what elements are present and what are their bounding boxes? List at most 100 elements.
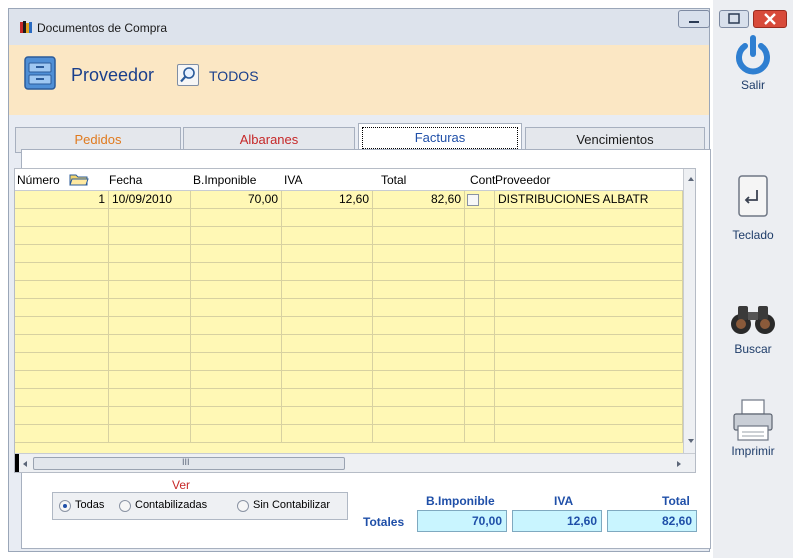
table-cell-fecha xyxy=(109,425,191,443)
scroll-right-icon[interactable] xyxy=(675,459,683,469)
empty-table-row[interactable] xyxy=(15,299,683,317)
col-header-total[interactable]: Total xyxy=(381,173,406,187)
table-row[interactable]: 1 10/09/2010 70,00 12,60 82,60 DISTRIBUCIONES… xyxy=(15,191,683,209)
table-cell-iva xyxy=(282,245,373,263)
radio-label-todas[interactable]: Todas xyxy=(75,499,104,511)
table-cell-numero xyxy=(15,371,109,389)
folder-open-icon[interactable] xyxy=(69,172,89,187)
side-toolbar: Salir Teclado Buscar Imprimir xyxy=(713,0,793,558)
empty-table-row[interactable] xyxy=(15,281,683,299)
table-cell-total xyxy=(373,335,465,353)
radio-label-sin-contabilizar[interactable]: Sin Contabilizar xyxy=(253,499,330,511)
table-cell-total xyxy=(373,317,465,335)
close-button[interactable] xyxy=(753,10,787,28)
empty-table-row[interactable] xyxy=(15,245,683,263)
maximize-button[interactable] xyxy=(719,10,749,28)
table-cell-numero xyxy=(15,425,109,443)
horizontal-scrollbar[interactable]: III xyxy=(15,453,695,472)
table-cell-proveedor xyxy=(495,227,683,245)
scroll-down-icon[interactable] xyxy=(686,437,696,445)
table-cell-total xyxy=(373,227,465,245)
table-cell-iva xyxy=(282,389,373,407)
power-icon xyxy=(736,35,770,75)
col-header-base[interactable]: B.Imponible xyxy=(193,173,256,187)
window-title: Documentos de Compra xyxy=(37,21,168,35)
proveedor-search-button[interactable] xyxy=(177,64,199,86)
minimize-button[interactable] xyxy=(678,10,710,28)
vertical-scrollbar[interactable] xyxy=(683,169,696,453)
empty-table-row[interactable] xyxy=(15,389,683,407)
radio-sin-contabilizar[interactable] xyxy=(237,500,249,512)
grid-header: Número Fecha B.Imponible IVA Total Cont … xyxy=(15,169,683,191)
col-header-proveedor[interactable]: Proveedor xyxy=(495,173,550,187)
table-cell-proveedor xyxy=(495,371,683,389)
empty-table-row[interactable] xyxy=(15,227,683,245)
keyboard-enter-icon xyxy=(738,175,768,217)
salir-button[interactable]: Salir xyxy=(713,34,793,92)
table-cell-total xyxy=(373,353,465,371)
table-cell-proveedor xyxy=(495,335,683,353)
table-cell-fecha xyxy=(109,227,191,245)
empty-table-row[interactable] xyxy=(15,209,683,227)
table-cell-iva xyxy=(282,371,373,389)
horizontal-scroll-thumb[interactable]: III xyxy=(33,457,345,470)
table-cell-base xyxy=(191,227,282,245)
radio-contabilizadas[interactable] xyxy=(119,500,131,512)
table-cell-cont xyxy=(465,371,495,389)
empty-table-row[interactable] xyxy=(15,425,683,443)
table-cell-base xyxy=(191,263,282,281)
radio-label-contabilizadas[interactable]: Contabilizadas xyxy=(135,499,207,511)
table-cell-fecha xyxy=(109,263,191,281)
empty-table-row[interactable] xyxy=(15,407,683,425)
table-cell-proveedor: DISTRIBUCIONES ALBATR xyxy=(495,191,683,209)
maximize-icon xyxy=(728,13,740,24)
col-header-fecha[interactable]: Fecha xyxy=(109,173,142,187)
teclado-button[interactable]: Teclado xyxy=(713,172,793,242)
tab-label: Vencimientos xyxy=(576,132,654,147)
table-cell-numero xyxy=(15,317,109,335)
table-cell-total xyxy=(373,371,465,389)
table-cell-base xyxy=(191,425,282,443)
facturas-grid[interactable]: Número Fecha B.Imponible IVA Total Cont … xyxy=(14,168,696,473)
table-cell-numero xyxy=(15,281,109,299)
table-cell-cont xyxy=(465,209,495,227)
table-cell-numero xyxy=(15,407,109,425)
buscar-button[interactable]: Buscar xyxy=(713,300,793,356)
empty-table-row[interactable] xyxy=(15,371,683,389)
table-cell-total xyxy=(373,263,465,281)
empty-table-row[interactable] xyxy=(15,353,683,371)
empty-table-row[interactable] xyxy=(15,335,683,353)
radio-todas[interactable] xyxy=(59,500,71,512)
table-cell-numero xyxy=(15,227,109,245)
table-cell-numero xyxy=(15,353,109,371)
table-cell-iva xyxy=(282,281,373,299)
table-cell-total: 82,60 xyxy=(373,191,465,209)
table-cell-proveedor xyxy=(495,281,683,299)
table-cell-fecha xyxy=(109,389,191,407)
col-header-cont[interactable]: Cont xyxy=(470,173,495,187)
scroll-left-icon[interactable] xyxy=(21,459,29,469)
table-cell-cont xyxy=(465,317,495,335)
cabinet-icon xyxy=(24,56,56,90)
table-cell-total xyxy=(373,299,465,317)
scroll-up-icon[interactable] xyxy=(686,175,696,183)
totals-header-total: Total xyxy=(662,494,690,508)
col-header-iva[interactable]: IVA xyxy=(284,173,302,187)
contabilizada-checkbox[interactable] xyxy=(467,194,479,206)
imprimir-button[interactable]: Imprimir xyxy=(713,398,793,458)
table-cell-iva xyxy=(282,227,373,245)
table-cell-base xyxy=(191,407,282,425)
col-header-numero[interactable]: Número xyxy=(17,173,60,187)
table-cell-base xyxy=(191,317,282,335)
table-cell-cont xyxy=(465,245,495,263)
table-cell-fecha xyxy=(109,209,191,227)
table-cell-base xyxy=(191,389,282,407)
table-cell-total xyxy=(373,245,465,263)
empty-table-row[interactable] xyxy=(15,317,683,335)
table-cell-iva: 12,60 xyxy=(282,191,373,209)
table-cell-iva xyxy=(282,209,373,227)
table-cell-numero xyxy=(15,335,109,353)
empty-table-row[interactable] xyxy=(15,263,683,281)
table-cell-fecha xyxy=(109,407,191,425)
table-cell-proveedor xyxy=(495,263,683,281)
